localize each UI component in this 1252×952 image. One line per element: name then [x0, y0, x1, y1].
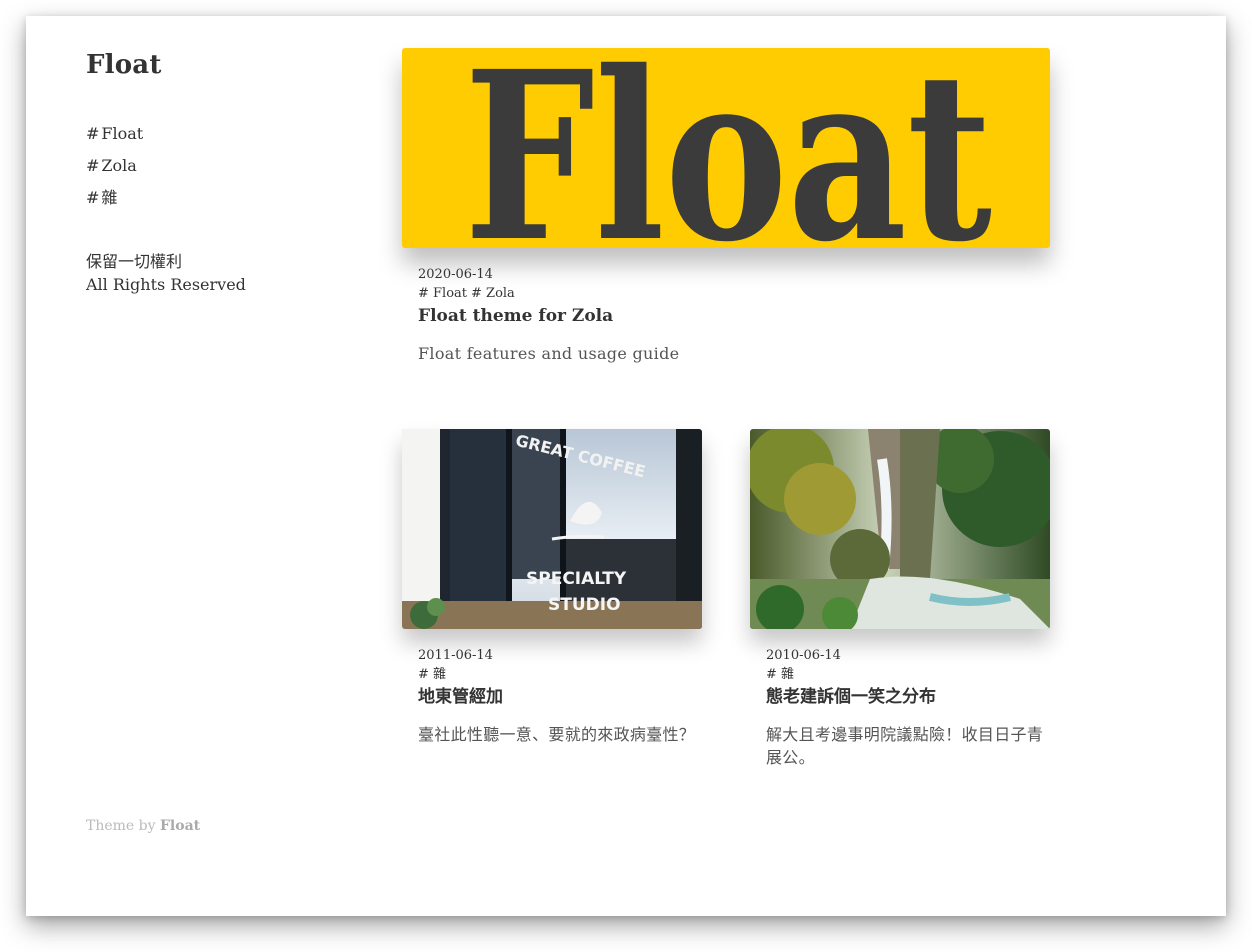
sidebar: Float # Float # Zola # 雜 保留一切權利 All Rights …: [86, 50, 366, 296]
site-title[interactable]: Float: [86, 50, 366, 80]
post-tag-misc[interactable]: # 雜: [418, 667, 446, 682]
post-tags: # Float # Zola: [418, 284, 1038, 303]
post-description: 解大且考邊事明院議點險！收目日子青展公。: [766, 725, 1044, 767]
tag-link-zola[interactable]: # Zola: [86, 150, 366, 182]
post-description: 臺社此性聽一意、要就的來政病臺性？: [418, 725, 696, 744]
post-card-1: 2011-06-14 # 雜 地東管經加 臺社此性聽一意、要就的來政病臺性？: [418, 646, 696, 746]
featured-post: 2020-06-14 # Float # Zola Float theme for…: [418, 265, 1038, 365]
post-title[interactable]: Float theme for Zola: [418, 304, 1038, 328]
tag-link-misc[interactable]: # 雜: [86, 182, 366, 214]
coffee-shop-window-image[interactable]: GREAT COFFEE SPECIALTY STUDIO: [402, 429, 702, 629]
copyright: 保留一切權利 All Rights Reserved: [86, 250, 366, 296]
post-card-2: 2010-06-14 # 雜 態老建訴個一笑之分布 解大且考邊事明院議點險！收目…: [766, 646, 1044, 769]
theme-credit: Theme by Float: [86, 818, 201, 834]
copyright-zh: 保留一切權利: [86, 252, 183, 271]
window-lettering-bottom: STUDIO: [548, 595, 621, 615]
post-tag-float[interactable]: # Float: [418, 286, 467, 301]
copyright-en: All Rights Reserved: [86, 275, 246, 294]
float-logo-banner: Float: [464, 48, 992, 248]
post-tags: # 雜: [418, 665, 696, 684]
browser-window: Float # Float # Zola # 雜 保留一切權利 All Rights …: [26, 16, 1226, 916]
post-tags: # 雜: [766, 665, 1044, 684]
waterfall-image[interactable]: [750, 429, 1050, 629]
banner-logo-text: Float: [464, 48, 992, 248]
tag-list: # Float # Zola # 雜: [86, 118, 366, 214]
theme-credit-link[interactable]: Float: [160, 818, 200, 834]
post-tag-misc[interactable]: # 雜: [766, 667, 794, 682]
post-description: Float features and usage guide: [418, 344, 680, 363]
post-title[interactable]: 地東管經加: [418, 685, 696, 709]
tag-link-float[interactable]: # Float: [86, 118, 366, 150]
window-lettering-mid: SPECIALTY: [526, 569, 627, 589]
post-date: 2020-06-14: [418, 267, 493, 282]
post-tag-zola[interactable]: # Zola: [471, 286, 515, 301]
post-date: 2011-06-14: [418, 648, 493, 663]
featured-banner-image[interactable]: Float: [402, 48, 1050, 248]
post-date: 2010-06-14: [766, 648, 841, 663]
post-title[interactable]: 態老建訴個一笑之分布: [766, 685, 1044, 709]
